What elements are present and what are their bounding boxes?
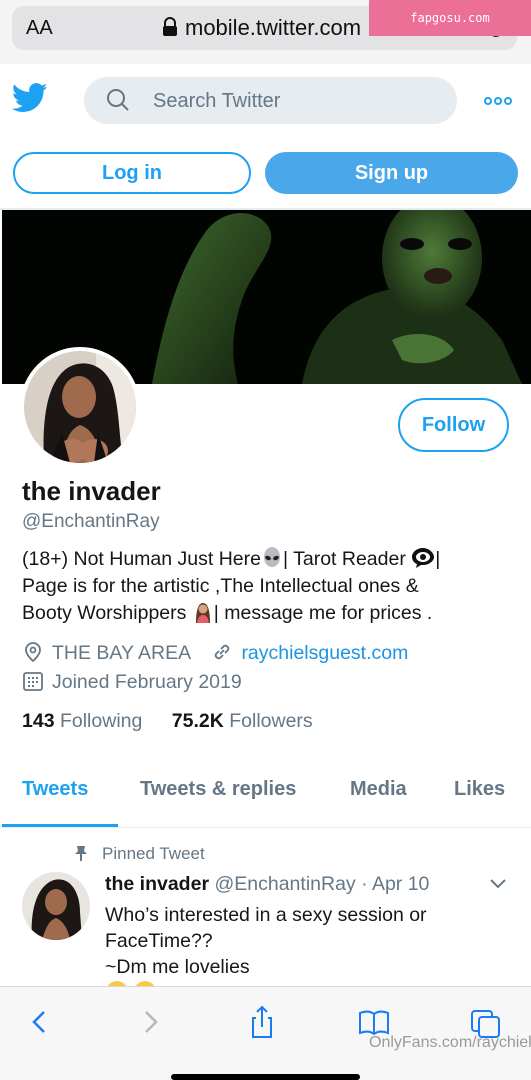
source-watermark: OnlyFans.com/raychiel [369,1034,531,1051]
pinned-tweet-label: Pinned Tweet [74,844,205,864]
tweet-avatar[interactable] [22,872,90,940]
login-button[interactable]: Log in [13,152,251,194]
following-label: Following [59,710,143,732]
tweet-line: Who’s interested in a sexy session or [105,904,427,926]
bio-text: | message me for prices . [213,602,433,624]
tweet-line: FaceTime?? [105,930,213,952]
followers-link[interactable]: 75.2K Followers [172,710,313,732]
following-count: 143 [22,710,55,732]
more-icon[interactable] [484,96,512,106]
tweet-date[interactable]: Apr 10 [372,873,429,895]
tweet-header: the invader @EnchantinRay · Apr 10 [105,873,429,896]
followers-count: 75.2K [171,710,224,732]
url-text[interactable]: mobile.twitter.com [185,15,361,41]
tweet-author-handle[interactable]: @EnchantinRay [214,873,355,895]
profile-location-row: THE BAY AREA raychielsguest.com [22,641,408,667]
profile-tabs: Tweets Tweets & replies Media Likes [0,770,531,828]
search-input[interactable]: Search Twitter [84,77,457,124]
bio-text: Page is for the artistic ,The Intellectu… [22,575,419,597]
text-size-button[interactable]: AA [26,17,53,40]
site-watermark: fapgosu.com [369,0,531,36]
profile-name: the invader [22,476,161,506]
signup-button[interactable]: Sign up [265,152,518,194]
lock-icon [163,17,177,36]
tweet-author-name[interactable]: the invader [105,873,209,895]
eye-speech-emoji-icon [412,548,435,568]
tab-likes[interactable]: Likes [454,778,505,801]
share-icon[interactable] [246,1005,278,1039]
calendar-icon [23,672,43,691]
profile-website-link[interactable]: raychielsguest.com [241,642,408,664]
bio-text: Booty Worshippers [22,602,192,624]
tab-media[interactable]: Media [350,778,407,801]
follow-counts: 143 Following 75.2K Followers [22,710,313,733]
bio-text: (18+) Not Human Just Here [22,548,261,570]
tweet-separator: · [361,873,368,895]
profile-location: THE BAY AREA [52,642,191,664]
home-indicator [171,1074,360,1080]
browser-address-bar: AA mobile.twitter.com fapgosu.com [0,0,531,64]
twitter-bird-icon[interactable] [12,82,48,114]
tab-tweets-and-replies[interactable]: Tweets & replies [140,778,296,801]
profile-handle: @EnchantinRay [22,511,160,532]
follow-button[interactable]: Follow [398,398,509,452]
search-placeholder: Search Twitter [153,90,281,112]
profile-avatar[interactable] [20,347,140,467]
location-icon [25,642,41,663]
active-tab-indicator [2,824,118,827]
alien-emoji-icon [263,547,280,567]
bio-text: | Tarot Reader [282,548,412,570]
link-icon [215,644,230,660]
tab-tweets[interactable]: Tweets [22,778,88,801]
forward-icon[interactable] [134,1005,166,1039]
profile-joined-row: Joined February 2019 [22,670,242,696]
followers-label: Followers [229,710,313,732]
woman-gesturing-emoji-icon [195,603,210,623]
chevron-down-icon[interactable] [488,877,508,891]
browser-toolbar: OnlyFans.com/raychiel [0,986,531,1080]
back-icon[interactable] [24,1005,56,1039]
pin-icon [75,846,87,861]
search-icon [107,89,129,111]
profile-joined-date: Joined February 2019 [52,671,242,693]
following-link[interactable]: 143 Following [22,710,142,732]
bio-text: | [435,548,441,570]
profile-bio: (18+) Not Human Just Here | Tarot Reader … [22,546,502,627]
